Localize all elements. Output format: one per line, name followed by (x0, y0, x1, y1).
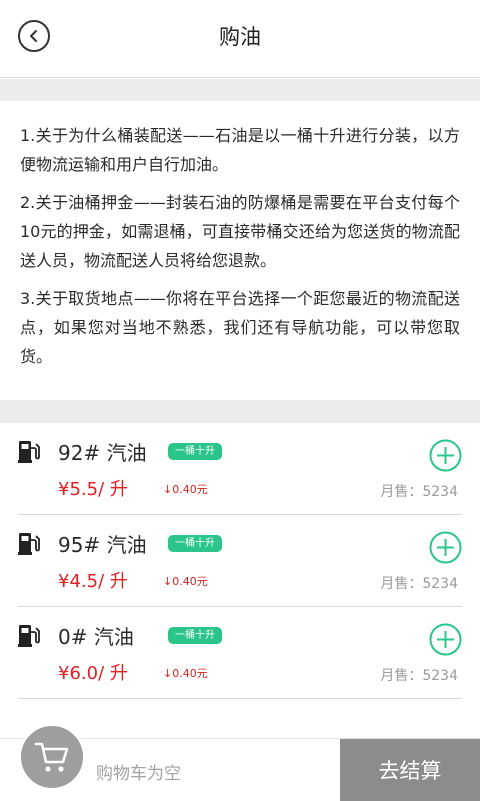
page-title: 购油 (219, 25, 261, 49)
fuel-pump-icon (18, 441, 40, 463)
divider-band (0, 400, 480, 423)
monthly-sales: 月售：5234 (380, 668, 458, 684)
product-row: 92# 汽油 一桶十升 ¥5.5/ 升 ↓0.40元 月售：5234 (18, 423, 462, 515)
volume-tag: 一桶十升 (168, 443, 222, 460)
product-name: 95# 汽油 (58, 533, 147, 557)
price-drop: ↓0.40元 (163, 483, 208, 496)
product-price: ¥5.5/ 升 (58, 479, 128, 500)
product-name: 0# 汽油 (58, 625, 134, 649)
price-drop: ↓0.40元 (163, 575, 208, 588)
note-3: 3.关于取货地点——你将在平台选择一个距您最近的物流配送点，如果您对当地不熟悉，… (20, 289, 460, 366)
cart-button[interactable] (18, 723, 86, 791)
fuel-pump-icon (18, 533, 40, 555)
cart-bar: 购物车为空 去结算 (0, 723, 480, 801)
note-1: 1.关于为什么桶装配送——石油是以一桶十升进行分装，以方便物流运输和用户自行加油… (20, 126, 460, 174)
monthly-sales: 月售：5234 (380, 576, 458, 592)
notes-section: 1.关于为什么桶装配送——石油是以一桶十升进行分装，以方便物流运输和用户自行加油… (0, 101, 480, 400)
product-list: 92# 汽油 一桶十升 ¥5.5/ 升 ↓0.40元 月售：5234 95# 汽… (0, 423, 480, 699)
product-row: 95# 汽油 一桶十升 ¥4.5/ 升 ↓0.40元 月售：5234 (18, 515, 462, 607)
fuel-pump-icon (18, 625, 40, 647)
plus-circle-icon[interactable] (429, 439, 462, 472)
header: 购油 (0, 0, 480, 78)
plus-circle-icon[interactable] (429, 531, 462, 564)
divider-band (0, 79, 480, 101)
note-2: 2.关于油桶押金——封装石油的防爆桶是需要在平台支付每个10元的押金，如需退桶，… (20, 193, 460, 270)
price-drop: ↓0.40元 (163, 667, 208, 680)
product-name: 92# 汽油 (58, 441, 147, 465)
product-price: ¥4.5/ 升 (58, 571, 128, 592)
product-price: ¥6.0/ 升 (58, 663, 128, 684)
plus-circle-icon[interactable] (429, 623, 462, 656)
cart-icon (34, 742, 69, 772)
volume-tag: 一桶十升 (168, 535, 222, 552)
checkout-button[interactable]: 去结算 (340, 739, 480, 801)
cart-status-text: 购物车为空 (96, 764, 181, 784)
volume-tag: 一桶十升 (168, 627, 222, 644)
product-row: 0# 汽油 一桶十升 ¥6.0/ 升 ↓0.40元 月售：5234 (18, 607, 462, 699)
monthly-sales: 月售：5234 (380, 484, 458, 500)
